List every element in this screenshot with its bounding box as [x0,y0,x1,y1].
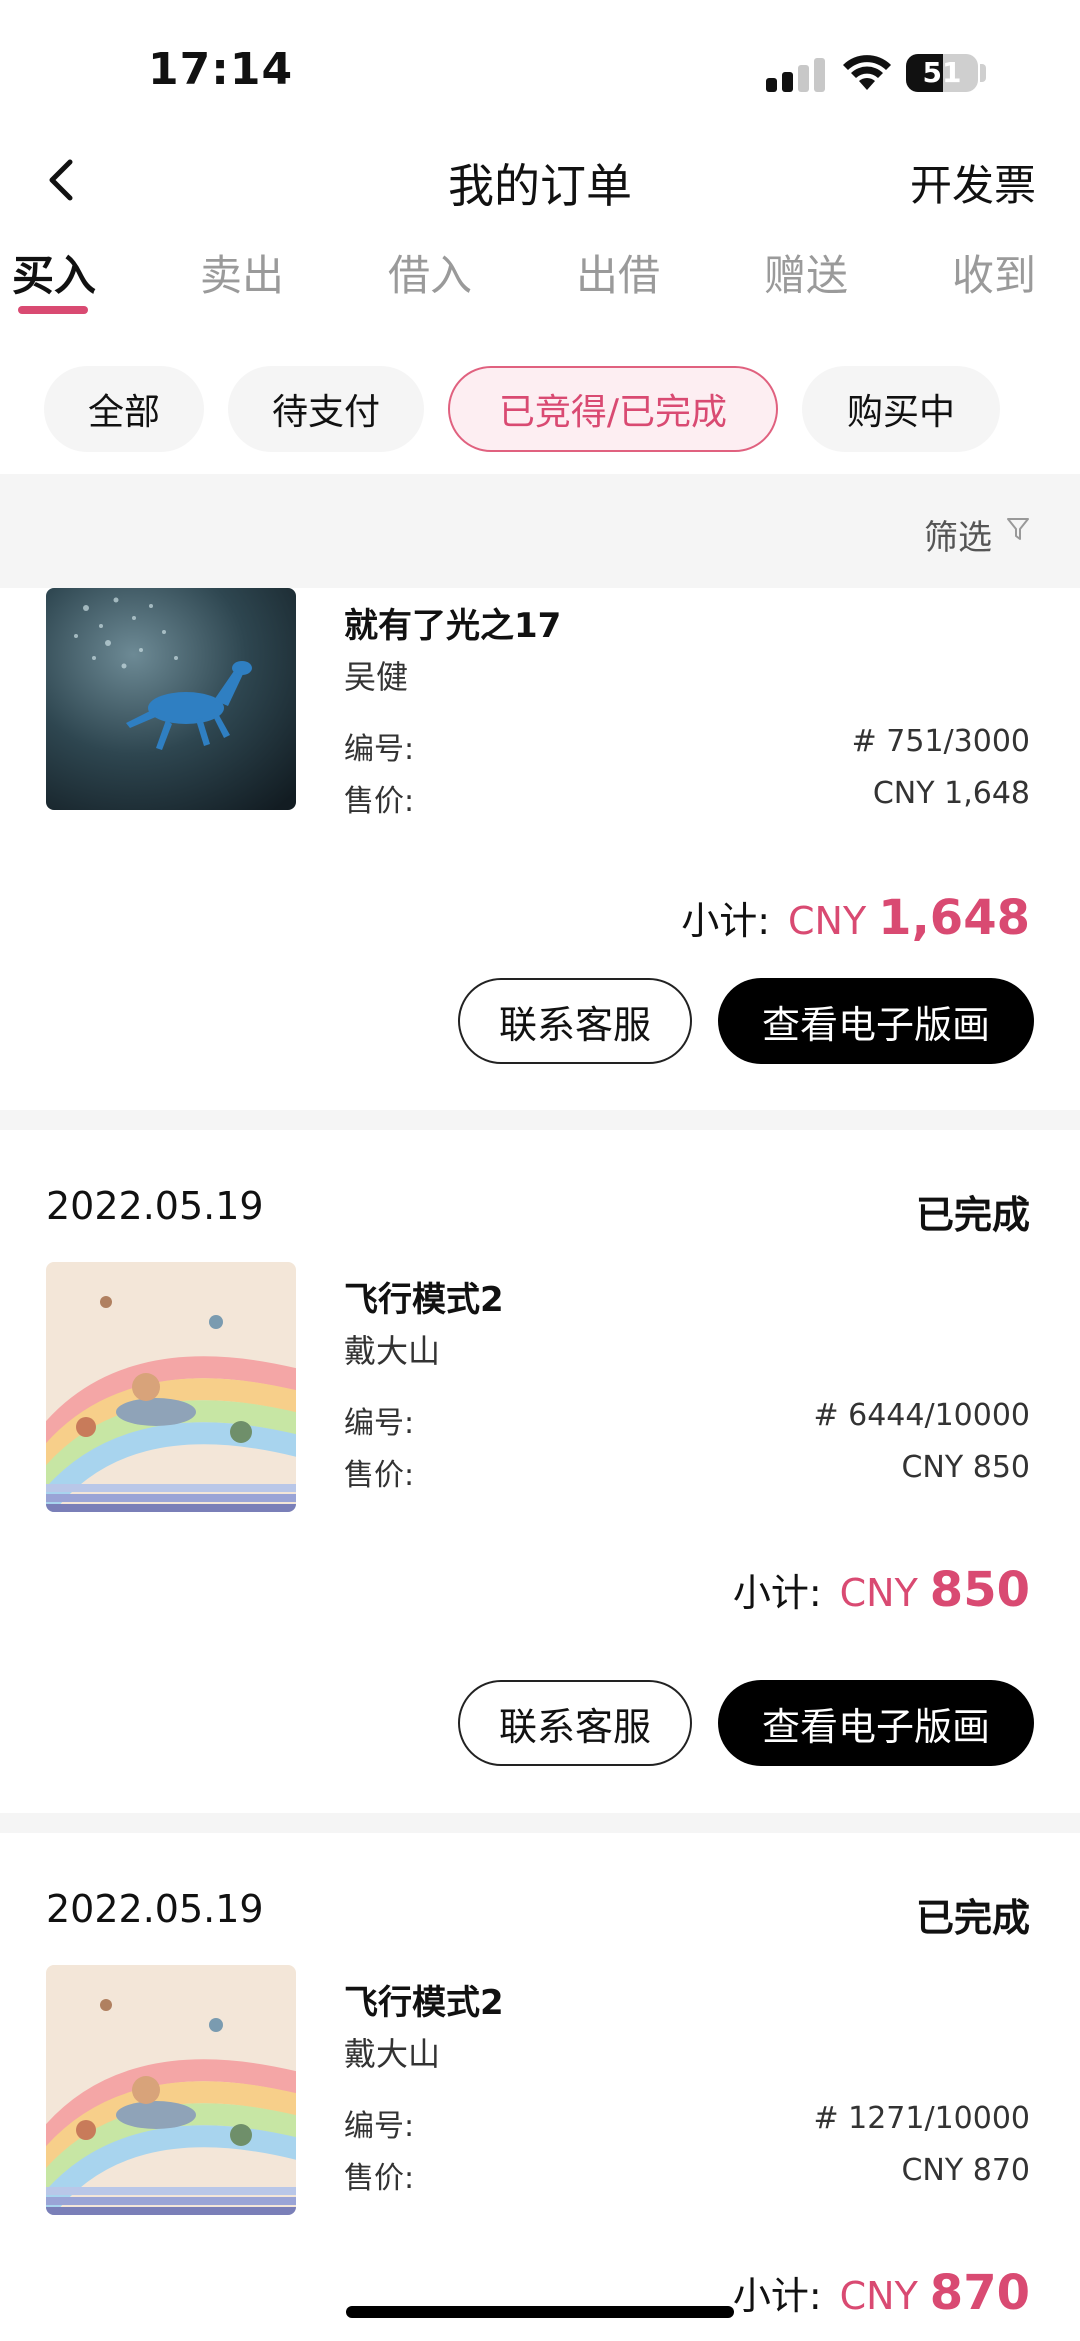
battery-tip [980,64,986,82]
subtotal-label: 小计: [732,2274,822,2318]
artist-name: 戴大山 [344,2035,441,2073]
artwork-thumbnail[interactable] [46,588,296,810]
chip-purchasing[interactable]: 购买中 [802,366,1000,452]
price-label: 售价: [344,784,415,819]
artwork-title: 就有了光之17 [344,606,562,646]
order-type-tabs: 买入 卖出 借入 出借 赠送 收到 [0,230,1080,330]
tab-received[interactable]: 收到 [952,242,1036,303]
tab-borrow-in[interactable]: 借入 [388,242,472,303]
subtotal-amount: 870 [929,2265,1030,2321]
subtotal-amount: 1,648 [878,890,1030,946]
order-date: 2022.05.19 [46,1184,264,1228]
nav-bar: 我的订单 开发票 [0,130,1080,230]
artwork-thumbnail[interactable] [46,1965,296,2215]
funnel-icon[interactable] [1006,516,1030,542]
subtotal-row: 小计: CNY 870 [733,2265,1030,2321]
active-tab-indicator [18,306,88,314]
status-time: 17:14 [148,44,294,95]
card-divider [0,1110,1080,1130]
filter-bar: 筛选 [0,474,1080,588]
price-value: CNY 1,648 [872,776,1030,811]
serial-value: # 1271/10000 [813,2101,1030,2136]
chip-completed[interactable]: 已竞得/已完成 [448,366,778,452]
card-divider [0,1813,1080,1833]
tab-sell[interactable]: 卖出 [200,242,284,303]
back-arrow-icon[interactable] [30,148,90,212]
invoice-button[interactable]: 开发票 [910,152,1036,213]
contact-support-button[interactable]: 联系客服 [458,978,692,1064]
artwork-title: 飞行模式2 [344,1983,504,2023]
tab-gift[interactable]: 赠送 [764,242,848,303]
order-card: 2022.05.19 已完成 飞行模式2 戴大山 编号: # 6444/1000… [0,1130,1080,1813]
cellular-signal-icon [766,58,830,92]
serial-label: 编号: [344,1406,415,1441]
order-status: 已完成 [915,1193,1030,1237]
artwork-title: 飞行模式2 [344,1280,504,1320]
artist-name: 戴大山 [344,1332,441,1370]
price-label: 售价: [344,2161,415,2196]
order-status: 已完成 [915,1896,1030,1940]
subtotal-row: 小计: CNY 1,648 [681,890,1030,946]
order-date: 2022.05.19 [46,1887,264,1931]
subtotal-label: 小计: [681,899,770,943]
tab-buy[interactable]: 买入 [12,242,96,303]
subtotal-currency: CNY [839,2274,918,2318]
serial-value: # 6444/10000 [813,1398,1030,1433]
battery-icon: 51 [906,54,978,92]
status-filter-chips: 全部 待支付 已竞得/已完成 购买中 [0,366,1080,456]
chip-pending-payment[interactable]: 待支付 [228,366,424,452]
serial-value: # 751/3000 [851,724,1030,759]
price-value: CNY 850 [901,1450,1030,1485]
subtotal-row: 小计: CNY 850 [733,1562,1030,1618]
view-digital-print-button[interactable]: 查看电子版画 [718,1680,1034,1766]
order-card: 2022.05.19 已完成 飞行模式2 戴大山 编号: # 1271/1000… [0,1833,1080,2341]
subtotal-currency: CNY [788,899,867,943]
subtotal-currency: CNY [839,1571,918,1615]
home-indicator[interactable] [346,2306,734,2318]
artwork-thumbnail[interactable] [46,1262,296,1512]
price-value: CNY 870 [901,2153,1030,2188]
contact-support-button[interactable]: 联系客服 [458,1680,692,1766]
subtotal-amount: 850 [929,1562,1030,1618]
wifi-icon [843,55,891,90]
order-card: 就有了光之17 吴健 编号: # 751/3000 售价: CNY 1,648 … [0,588,1080,1110]
serial-label: 编号: [344,2109,415,2144]
filter-button[interactable]: 筛选 [924,510,992,559]
tab-lend-out[interactable]: 出借 [576,242,660,303]
serial-label: 编号: [344,732,415,767]
view-digital-print-button[interactable]: 查看电子版画 [718,978,1034,1064]
chip-all[interactable]: 全部 [44,366,204,452]
battery-percent: 51 [922,56,962,89]
status-bar: 17:14 51 [0,0,1080,140]
subtotal-label: 小计: [732,1571,822,1615]
artist-name: 吴健 [344,658,409,696]
price-label: 售价: [344,1458,415,1493]
